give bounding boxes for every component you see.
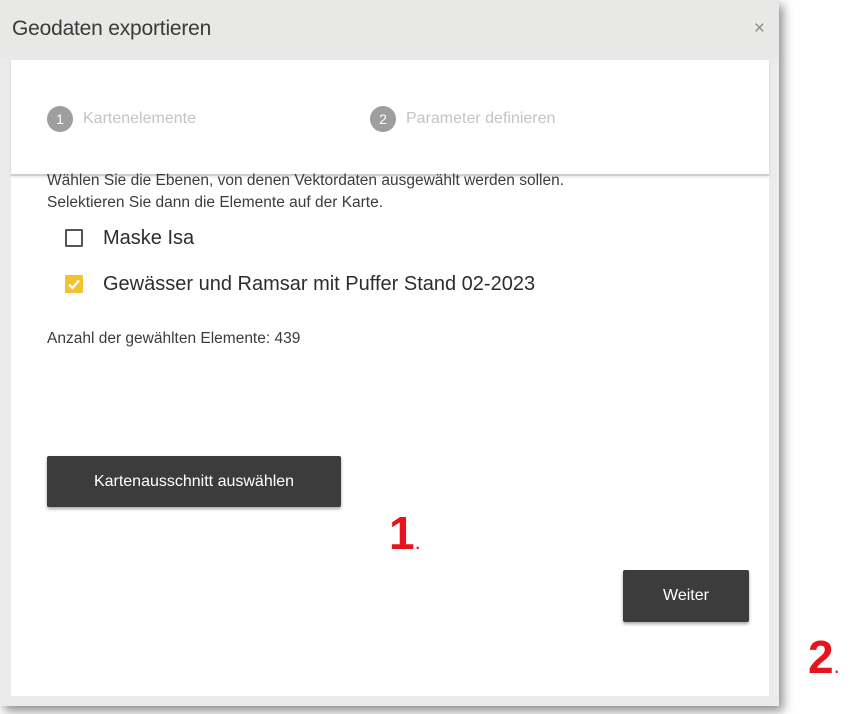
layer-selection-section: Wählen Sie die Ebenen, von denen Vektord…	[47, 170, 747, 348]
selected-elements-count: Anzahl der gewählten Elemente: 439	[47, 330, 301, 347]
annotation-number: 1	[389, 507, 415, 559]
step-label: Kartenelemente	[83, 110, 196, 127]
instruction-line-2: Selektieren Sie dann die Elemente auf de…	[47, 194, 384, 211]
dialog-titlebar: Geodaten exportieren ×	[0, 0, 779, 58]
close-icon[interactable]: ×	[754, 19, 765, 38]
step-number-badge: 1	[47, 106, 73, 132]
step-2[interactable]: 2 Parameter definieren	[370, 106, 555, 132]
annotation-dot: .	[833, 653, 840, 678]
checkmark-icon	[68, 279, 80, 290]
layer-label: Maske Isa	[103, 226, 195, 249]
next-button[interactable]: Weiter	[623, 570, 749, 622]
select-map-extent-button[interactable]: Kartenausschnitt auswählen	[47, 456, 341, 507]
annotation-marker-2: 2.	[808, 630, 840, 684]
layer-option-maske-isa[interactable]: Maske Isa	[47, 218, 747, 258]
layer-checkbox[interactable]	[65, 275, 83, 293]
instruction-text: Wählen Sie die Ebenen, von denen Vektord…	[47, 170, 747, 214]
step-label: Parameter definieren	[406, 110, 556, 127]
annotation-marker-1: 1.	[389, 506, 421, 560]
instruction-line-1: Wählen Sie die Ebenen, von denen Vektord…	[47, 172, 565, 189]
layer-label: Gewässer und Ramsar mit Puffer Stand 02-…	[103, 272, 536, 295]
page: Geodaten exportieren × 1 Kartenelemente …	[0, 0, 853, 714]
step-1[interactable]: 1 Kartenelemente	[47, 106, 196, 132]
layer-checkbox[interactable]	[65, 229, 83, 247]
annotation-number: 2	[808, 631, 834, 683]
annotation-dot: .	[414, 529, 421, 554]
export-geodata-dialog: Geodaten exportieren × 1 Kartenelemente …	[0, 0, 779, 706]
step-number-badge: 2	[370, 106, 396, 132]
stepper: 1 Kartenelemente 2 Parameter definieren	[11, 60, 769, 176]
layer-option-gewaesser-ramsar[interactable]: Gewässer und Ramsar mit Puffer Stand 02-…	[47, 264, 747, 304]
dialog-title: Geodaten exportieren	[12, 17, 212, 40]
